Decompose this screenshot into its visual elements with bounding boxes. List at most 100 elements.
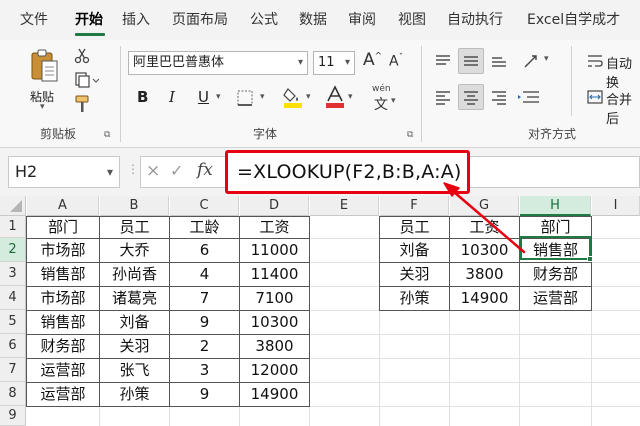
cell-a8[interactable]: 运营部 — [27, 382, 99, 406]
italic-button[interactable]: I — [169, 88, 175, 106]
wrap-text-button[interactable] — [586, 52, 604, 70]
fill-color-button[interactable] — [281, 84, 305, 110]
cell-c1[interactable]: 工龄 — [170, 216, 239, 238]
font-launcher-icon[interactable]: ⧉ — [407, 130, 413, 140]
select-all-corner[interactable] — [0, 196, 26, 216]
cell-d8[interactable]: 14900 — [240, 382, 309, 406]
format-painter-button[interactable] — [72, 94, 92, 114]
cell-g1[interactable]: 工资 — [450, 216, 519, 238]
chevron-down-icon[interactable]: ▾ — [391, 96, 396, 106]
align-middle-button[interactable] — [458, 48, 484, 74]
cell-f4[interactable]: 孙策 — [380, 286, 449, 310]
cell-d7[interactable]: 12000 — [240, 358, 309, 382]
tab-automate[interactable]: 自动执行 — [447, 10, 503, 30]
tab-review[interactable]: 审阅 — [348, 10, 376, 30]
chevron-down-icon[interactable]: ▾ — [216, 92, 221, 102]
cell-a7[interactable]: 运营部 — [27, 358, 99, 382]
cell-b3[interactable]: 孙尚香 — [100, 262, 169, 286]
cell-a5[interactable]: 销售部 — [27, 310, 99, 334]
font-color-button[interactable] — [323, 84, 347, 110]
cell-c2[interactable]: 6 — [170, 238, 239, 262]
font-name-combo[interactable]: 阿里巴巴普惠体 ▾ — [128, 51, 308, 75]
align-right-button[interactable] — [488, 86, 510, 108]
cell-d6[interactable]: 3800 — [240, 334, 309, 358]
wrap-text-label[interactable]: 自动换 — [606, 53, 640, 91]
cell-c7[interactable]: 3 — [170, 358, 239, 382]
cell-h1[interactable]: 部门 — [520, 216, 591, 238]
cell-d4[interactable]: 7100 — [240, 286, 309, 310]
cell-f2[interactable]: 刘备 — [380, 238, 449, 262]
cell-d2[interactable]: 11000 — [240, 238, 309, 262]
cell-g2[interactable]: 10300 — [450, 238, 519, 262]
cell-a2[interactable]: 市场部 — [27, 238, 99, 262]
row-header-7[interactable]: 7 — [0, 358, 26, 382]
cell-d3[interactable]: 11400 — [240, 262, 309, 286]
cell-g4[interactable]: 14900 — [450, 286, 519, 310]
cell-g3[interactable]: 3800 — [450, 262, 519, 286]
tab-home[interactable]: 开始 — [75, 10, 103, 30]
cell-a1[interactable]: 部门 — [27, 216, 99, 238]
merge-label[interactable]: 合并后 — [606, 89, 640, 127]
chevron-down-icon[interactable]: ▾ — [306, 92, 311, 102]
phonetic-guide-button[interactable]: 文 — [374, 94, 388, 114]
align-left-button[interactable] — [432, 86, 454, 108]
cell-b2[interactable]: 大乔 — [100, 238, 169, 262]
column-header-c[interactable]: C — [170, 196, 239, 216]
chevron-down-icon[interactable]: ▾ — [348, 92, 353, 102]
row-header-6[interactable]: 6 — [0, 334, 26, 358]
row-header-5[interactable]: 5 — [0, 310, 26, 334]
row-header-9[interactable]: 9 — [0, 406, 26, 426]
bold-button[interactable]: B — [137, 88, 148, 106]
orientation-button[interactable] — [520, 50, 542, 72]
cut-button[interactable] — [72, 46, 92, 66]
tab-file[interactable]: 文件 — [20, 10, 48, 30]
cell-a6[interactable]: 财务部 — [27, 334, 99, 358]
chevron-down-icon[interactable]: ▾ — [107, 157, 113, 187]
paste-dropdown-icon[interactable]: ▾ — [40, 102, 45, 112]
cell-a4[interactable]: 市场部 — [27, 286, 99, 310]
cell-c5[interactable]: 9 — [170, 310, 239, 334]
tab-formulas[interactable]: 公式 — [250, 10, 278, 30]
cell-b1[interactable]: 员工 — [100, 216, 169, 238]
name-box[interactable]: H2 ▾ — [8, 156, 120, 188]
formula-input[interactable]: =XLOOKUP(F2,B:B,A:A) — [225, 150, 470, 194]
cell-b6[interactable]: 关羽 — [100, 334, 169, 358]
align-bottom-button[interactable] — [488, 50, 510, 72]
column-header-d[interactable]: D — [240, 196, 309, 216]
row-header-4[interactable]: 4 — [0, 286, 26, 310]
cell-d1[interactable]: 工资 — [240, 216, 309, 238]
cell-d5[interactable]: 10300 — [240, 310, 309, 334]
row-header-3[interactable]: 3 — [0, 262, 26, 286]
tab-view[interactable]: 视图 — [398, 10, 426, 30]
insert-function-icon[interactable]: fx — [197, 160, 213, 180]
cell-b8[interactable]: 孙策 — [100, 382, 169, 406]
font-size-combo[interactable]: 11 ▾ — [313, 51, 355, 75]
borders-button[interactable] — [234, 87, 256, 109]
cell-a3[interactable]: 销售部 — [27, 262, 99, 286]
confirm-icon[interactable]: ✓ — [170, 161, 183, 180]
indent-buttons[interactable] — [516, 86, 542, 108]
row-header-8[interactable]: 8 — [0, 382, 26, 406]
column-header-e[interactable]: E — [310, 196, 379, 216]
fill-handle[interactable] — [587, 256, 593, 262]
row-header-1[interactable]: 1 — [0, 216, 26, 238]
merge-button[interactable] — [586, 88, 604, 106]
cell-c4[interactable]: 7 — [170, 286, 239, 310]
column-header-g[interactable]: G — [450, 196, 519, 216]
cell-b4[interactable]: 诸葛亮 — [100, 286, 169, 310]
column-header-f[interactable]: F — [380, 196, 449, 216]
cell-f1[interactable]: 员工 — [380, 216, 449, 238]
chevron-down-icon[interactable]: ▾ — [260, 92, 265, 102]
cell-h3[interactable]: 财务部 — [520, 262, 591, 286]
cell-f3[interactable]: 关羽 — [380, 262, 449, 286]
column-header-a[interactable]: A — [27, 196, 99, 216]
cancel-icon[interactable]: × — [146, 161, 160, 181]
cell-c6[interactable]: 2 — [170, 334, 239, 358]
cell-b7[interactable]: 张飞 — [100, 358, 169, 382]
clipboard-launcher-icon[interactable]: ⧉ — [104, 130, 110, 140]
worksheet-grid[interactable]: A B C D E F G H I 1 2 3 4 5 6 7 8 9 部门 员… — [0, 196, 640, 426]
tab-excel-self-study[interactable]: Excel自学成才 — [527, 10, 620, 30]
column-header-b[interactable]: B — [100, 196, 169, 216]
cell-b5[interactable]: 刘备 — [100, 310, 169, 334]
tab-page-layout[interactable]: 页面布局 — [172, 10, 228, 30]
